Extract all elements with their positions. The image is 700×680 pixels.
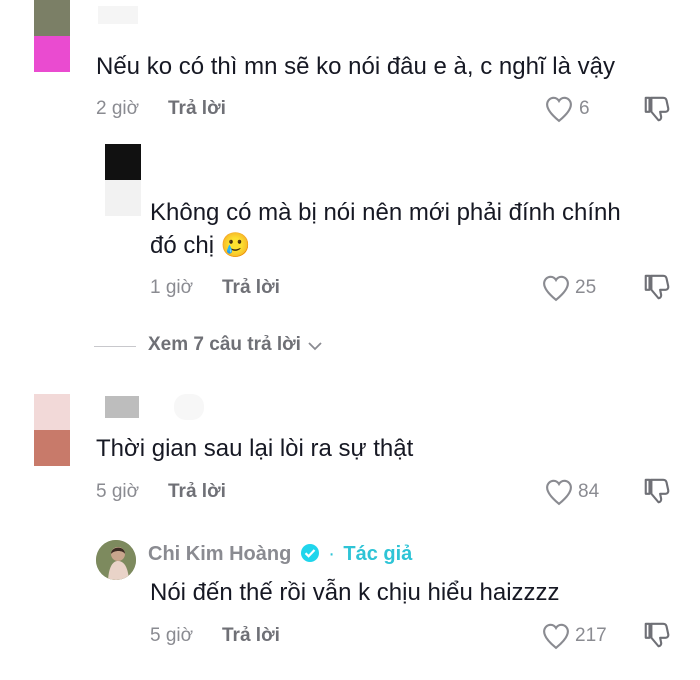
comment-text-line-2: đó chị 🥲 <box>150 228 251 263</box>
comment-text-line-2-words: đó chị <box>150 232 215 259</box>
chevron-down-icon <box>307 340 323 352</box>
avatar-bottom-block <box>34 36 70 72</box>
reply-button[interactable]: Trả lời <box>168 481 226 503</box>
separator-dot: · <box>328 543 335 565</box>
verified-badge-icon <box>300 543 320 563</box>
avatar-bottom-block <box>34 430 70 466</box>
author-header: Chi Kim Hoàng · Tác giả <box>148 543 412 566</box>
comment-text: Nếu ko có thì mn sẽ ko nói đâu e à, c ng… <box>96 53 615 80</box>
avatar-top-block <box>34 394 70 430</box>
avatar-top-block <box>34 0 70 36</box>
view-replies-divider <box>94 346 136 347</box>
blurred-username <box>98 6 138 24</box>
crying-smile-emoji: 🥲 <box>220 231 251 259</box>
blurred-username <box>105 396 139 418</box>
avatar[interactable] <box>105 144 141 216</box>
comment-time: 1 giờ <box>150 277 194 298</box>
thumbs-down-icon[interactable] <box>642 620 672 650</box>
comment-text-line-1: Không có mà bị nói nên mới phải đính chí… <box>150 199 621 226</box>
avatar[interactable] <box>34 394 70 466</box>
view-replies-label: Xem 7 câu trả lời <box>148 334 301 355</box>
author-badge: Tác giả <box>343 543 413 565</box>
thumbs-down-icon[interactable] <box>642 272 672 302</box>
view-replies-button[interactable]: Xem 7 câu trả lời <box>148 334 323 356</box>
like-count: 217 <box>575 625 607 646</box>
reply-button[interactable]: Trả lời <box>168 98 226 120</box>
heart-outline-icon[interactable] <box>541 622 571 650</box>
thumbs-down-icon[interactable] <box>642 476 672 506</box>
avatar-top-block <box>105 144 141 180</box>
comment-text: Thời gian sau lại lòi ra sự thật <box>96 435 414 462</box>
avatar-bottom-block <box>105 180 141 216</box>
like-count: 25 <box>575 277 597 298</box>
avatar[interactable] <box>34 0 70 72</box>
like-count: 84 <box>578 481 600 502</box>
heart-outline-icon[interactable] <box>544 95 574 123</box>
thumbs-down-icon[interactable] <box>642 94 672 124</box>
heart-outline-icon[interactable] <box>544 478 574 506</box>
comment-text: Nói đến thế rồi vẫn k chịu hiểu haizzzz <box>150 579 560 606</box>
reply-button[interactable]: Trả lời <box>222 277 280 299</box>
reply-button[interactable]: Trả lời <box>222 625 280 647</box>
author-name[interactable]: Chi Kim Hoàng <box>148 543 291 565</box>
comment-time: 5 giờ <box>96 481 140 502</box>
comment-time: 2 giờ <box>96 98 140 119</box>
like-count: 6 <box>579 98 590 119</box>
blurred-username-extra <box>174 394 204 420</box>
author-avatar[interactable] <box>96 540 136 580</box>
heart-outline-icon[interactable] <box>541 274 571 302</box>
comment-time: 5 giờ <box>150 625 194 646</box>
author-avatar-image <box>96 540 136 580</box>
